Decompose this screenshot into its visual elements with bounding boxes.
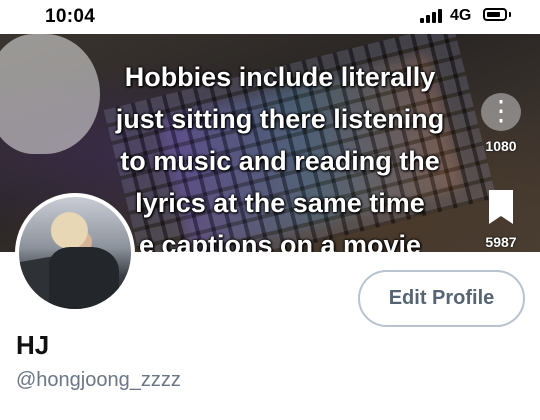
caption-line: Hobbies include literally bbox=[124, 62, 436, 92]
avatar-figure bbox=[49, 247, 119, 307]
reel-count: 1080 bbox=[485, 138, 517, 154]
caption-line: lyrics at the same time bbox=[135, 188, 425, 218]
avatar[interactable] bbox=[15, 193, 135, 313]
status-bar: 10:04 4G bbox=[0, 0, 540, 34]
banner-caption: Hobbies include literally just sitting t… bbox=[80, 56, 480, 252]
battery-tip bbox=[509, 12, 511, 17]
user-handle: @hongjoong_zzzz bbox=[16, 369, 181, 391]
edit-profile-button[interactable]: Edit Profile bbox=[358, 270, 525, 327]
reel-icon bbox=[481, 93, 521, 131]
bookmark-count: 5987 bbox=[485, 234, 517, 250]
network-type: 4G bbox=[450, 7, 472, 24]
status-time: 10:04 bbox=[45, 6, 96, 27]
battery-icon bbox=[483, 8, 507, 21]
caption-line: just sitting there listening bbox=[115, 104, 445, 134]
caption-line: to music and reading the bbox=[120, 146, 440, 176]
caption-line: e captions on a movie bbox=[138, 230, 422, 252]
bookmark-icon bbox=[481, 190, 521, 226]
display-name: HJ bbox=[16, 330, 50, 360]
signal-icon bbox=[420, 9, 442, 23]
